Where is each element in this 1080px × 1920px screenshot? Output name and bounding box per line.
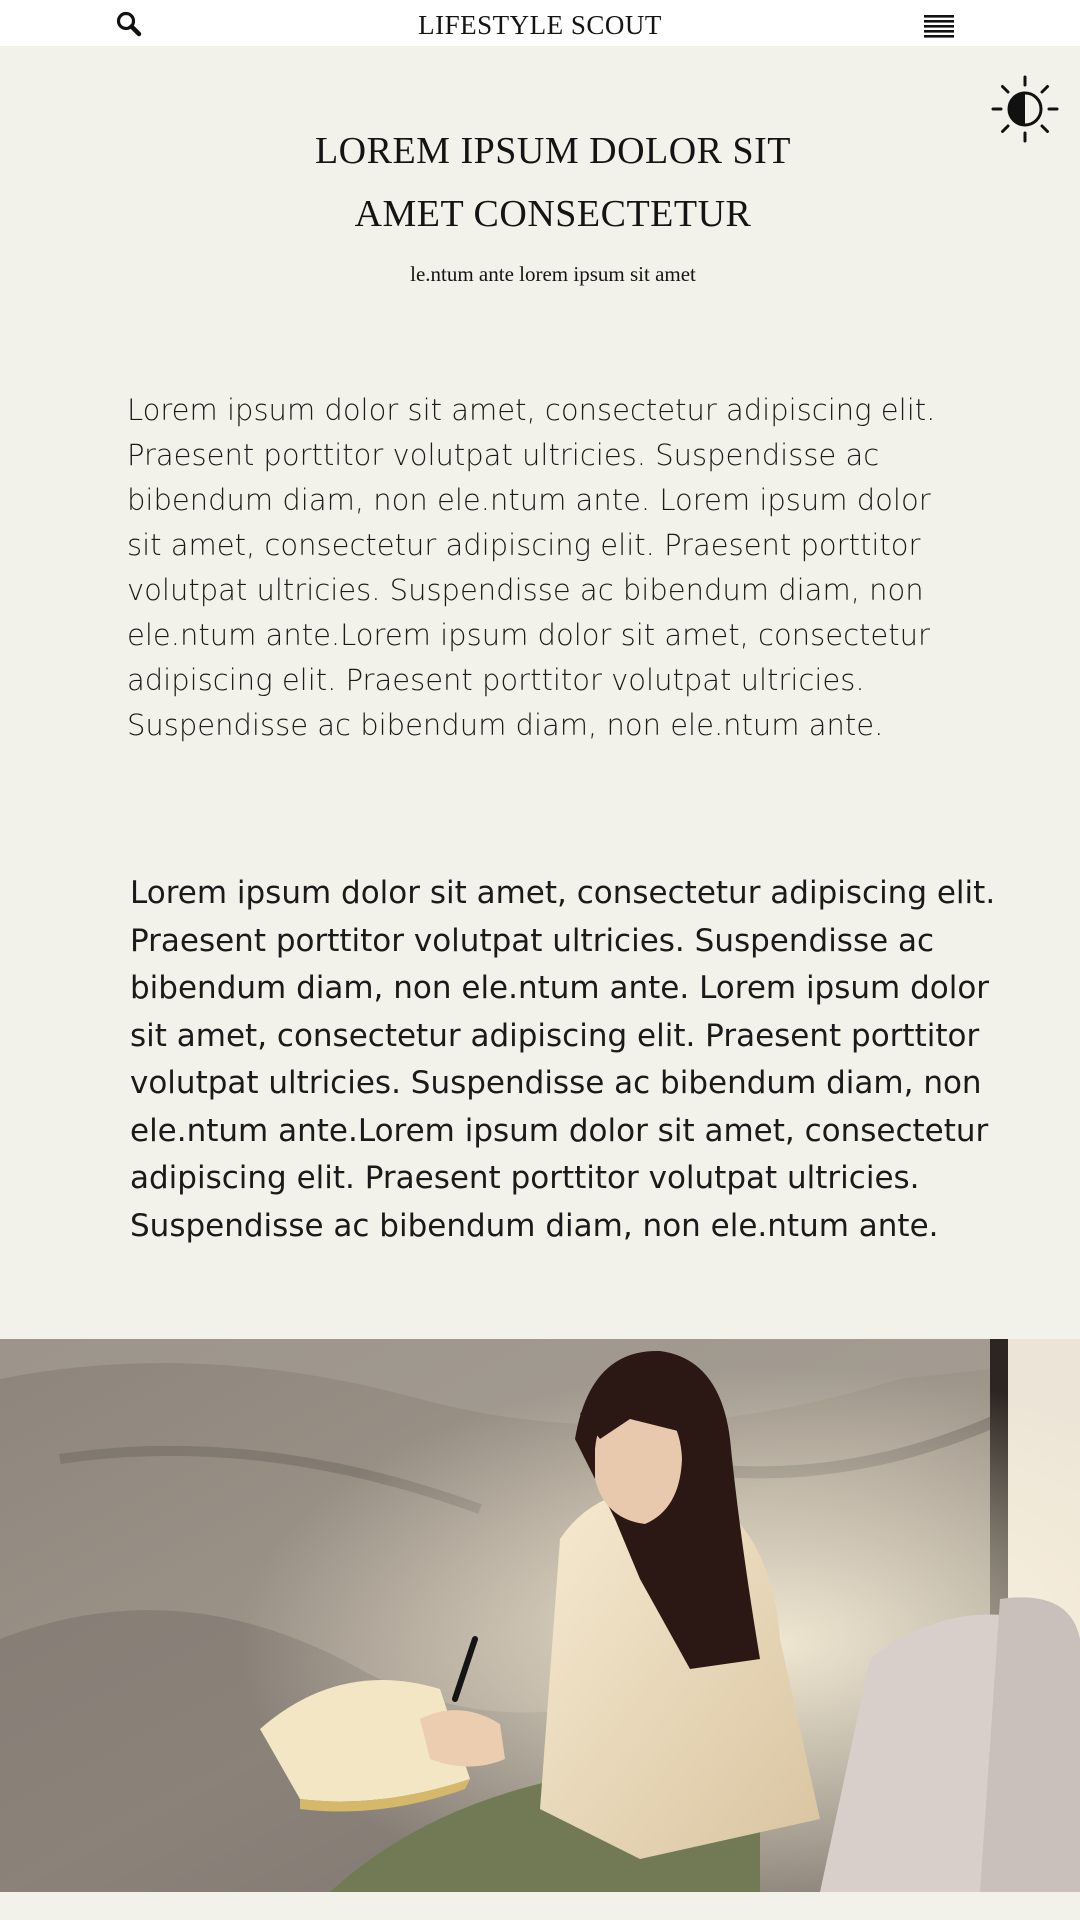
menu-button[interactable]	[922, 12, 956, 40]
article-paragraph-1: Lorem ipsum dolor sit amet, consectetur …	[127, 393, 936, 742]
article-paragraph-2: Lorem ipsum dolor sit amet, consectetur …	[130, 875, 996, 1244]
title-line-2: AMET CONSECTETUR	[354, 193, 752, 235]
title-line-1: LOREM IPSUM DOLOR SIT	[314, 130, 792, 172]
top-header: LIFESTYLE SCOUT	[0, 0, 1080, 46]
woman-writing-illustration	[0, 1339, 1080, 1892]
page-subtitle: le.ntum ante lorem ipsum sit amet	[410, 262, 696, 286]
contrast-icon	[991, 75, 1059, 143]
theme-toggle-button[interactable]	[990, 74, 1060, 144]
site-title[interactable]: LIFESTYLE SCOUT	[0, 6, 1080, 44]
menu-icon	[924, 15, 954, 38]
feature-photo	[0, 1339, 1080, 1892]
page-title: LOREM IPSUM DOLOR SIT AMET CONSECTETUR	[140, 120, 966, 246]
